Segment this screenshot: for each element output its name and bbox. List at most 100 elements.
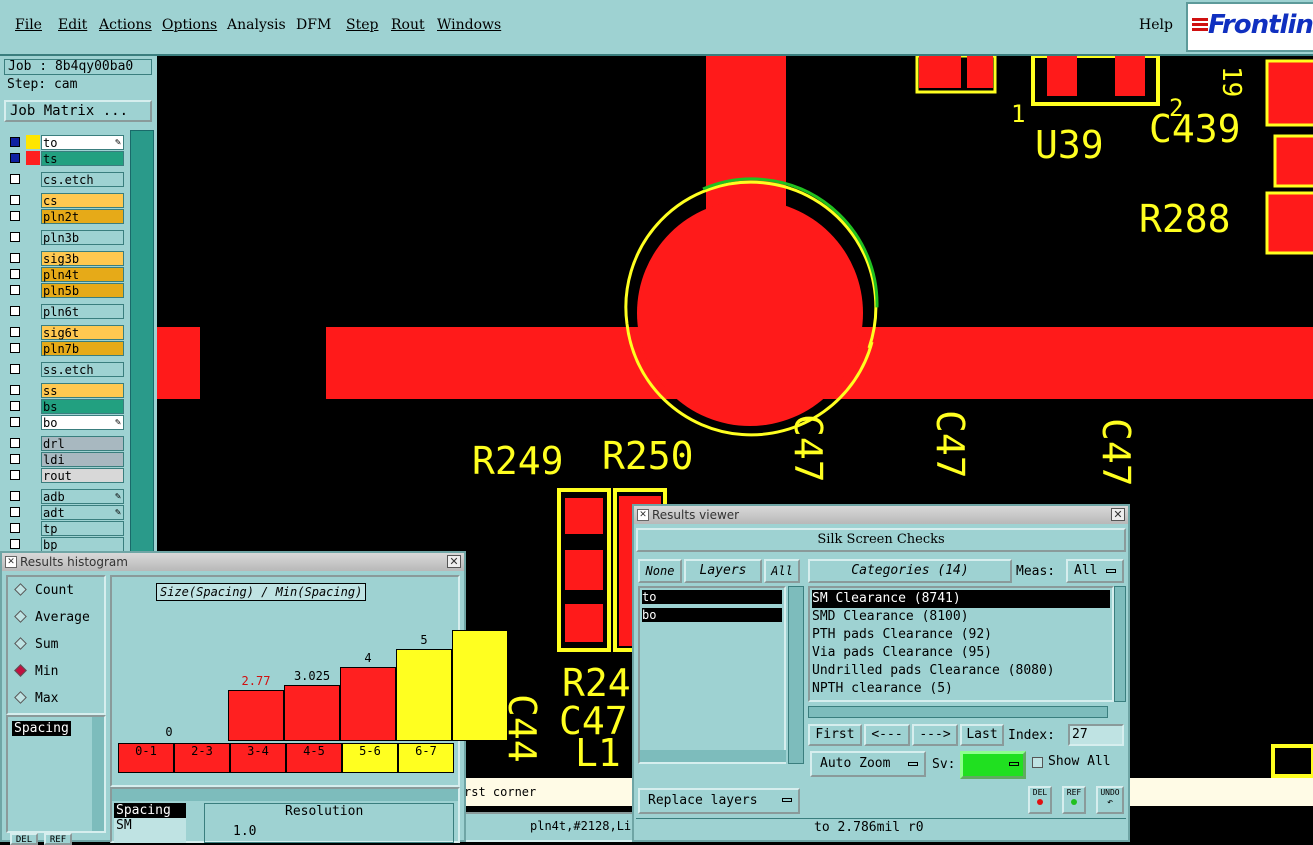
layer-name[interactable]: adt ✎: [41, 505, 124, 520]
category-item[interactable]: SMD Clearance (8100): [812, 608, 1110, 626]
meas-dropdown[interactable]: All: [1066, 559, 1124, 583]
layer-color-swatch[interactable]: [26, 151, 40, 165]
layer-row[interactable]: pln4t: [4, 266, 128, 282]
layer-row[interactable]: sig3b: [4, 250, 128, 266]
first-button[interactable]: First: [808, 724, 862, 746]
layer-checkbox[interactable]: [10, 539, 20, 549]
layer-checkbox[interactable]: [10, 211, 20, 221]
menu-actions[interactable]: Actions: [99, 17, 152, 33]
layer-row[interactable]: sig6t: [4, 324, 128, 340]
layer-checkbox[interactable]: [10, 253, 20, 263]
menu-dfm[interactable]: DFM: [296, 17, 331, 33]
window-menu-icon[interactable]: ✕: [637, 509, 649, 521]
window-menu-icon[interactable]: ✕: [5, 556, 17, 568]
metric-list[interactable]: Spacing: [6, 715, 106, 833]
category-vscroll[interactable]: [1114, 586, 1126, 702]
layer-row[interactable]: ldi: [4, 451, 128, 467]
menu-edit[interactable]: Edit: [58, 17, 87, 33]
layer-checkbox[interactable]: [10, 232, 20, 242]
show-all-checkbox[interactable]: [1032, 757, 1043, 768]
none-button[interactable]: None: [638, 559, 682, 583]
category-item[interactable]: PTH pads Clearance (92): [812, 626, 1110, 644]
layer-name[interactable]: rout: [41, 468, 124, 483]
layer-name[interactable]: pln6t: [41, 304, 124, 319]
histogram-bar[interactable]: [396, 648, 452, 741]
histogram-bar[interactable]: [452, 630, 508, 741]
layer-results-list[interactable]: to bo: [638, 586, 786, 764]
layer-name[interactable]: bo ✎: [41, 415, 124, 430]
layer-list-hscroll[interactable]: [640, 750, 786, 762]
histogram-bar[interactable]: [284, 685, 340, 741]
layer-result-item[interactable]: to: [642, 590, 782, 604]
layer-row[interactable]: bp: [4, 536, 128, 552]
viewer-title-bar[interactable]: ✕ Results viewer ✕: [634, 506, 1128, 524]
undo-button[interactable]: UNDO ↶: [1096, 786, 1124, 814]
layer-name[interactable]: drl: [41, 436, 124, 451]
replace-layers-dropdown[interactable]: Replace layers: [638, 788, 800, 814]
layer-row[interactable]: pln6t: [4, 303, 128, 319]
histogram-bar[interactable]: [340, 667, 396, 741]
layer-name[interactable]: ldi: [41, 452, 124, 467]
layer-name[interactable]: sig3b: [41, 251, 124, 266]
histogram-bar[interactable]: [228, 689, 284, 741]
layer-checkbox[interactable]: [10, 438, 20, 448]
close-icon[interactable]: ✕: [447, 555, 461, 568]
menu-help[interactable]: Help: [1139, 17, 1173, 33]
hist-ref-button[interactable]: REF: [44, 833, 72, 845]
layer-checkbox[interactable]: [10, 470, 20, 480]
layer-checkbox[interactable]: [10, 417, 20, 427]
sv-color-dropdown[interactable]: [960, 751, 1026, 779]
layer-checkbox[interactable]: [10, 327, 20, 337]
layer-list-scrollbar[interactable]: [130, 130, 154, 610]
categories-button[interactable]: Categories (14): [808, 559, 1012, 583]
category-list[interactable]: SM Clearance (8741) SMD Clearance (8100)…: [808, 586, 1114, 702]
layer-row[interactable]: ss: [4, 382, 128, 398]
radio-sum[interactable]: Sum: [14, 637, 58, 652]
ref-button[interactable]: REF: [1062, 786, 1086, 814]
layer-name[interactable]: cs: [41, 193, 124, 208]
category-item[interactable]: Via pads Clearance (95): [812, 644, 1110, 662]
layer-name[interactable]: ss.etch: [41, 362, 124, 377]
layer-name[interactable]: pln4t: [41, 267, 124, 282]
auto-zoom-dropdown[interactable]: Auto Zoom: [810, 751, 926, 777]
histogram-title-bar[interactable]: ✕ Results histogram ✕: [2, 553, 464, 571]
index-input[interactable]: 27: [1068, 724, 1124, 746]
layer-name[interactable]: pln5b: [41, 283, 124, 298]
close-icon[interactable]: ✕: [1111, 508, 1125, 521]
layer-row[interactable]: cs: [4, 192, 128, 208]
del-button[interactable]: DEL: [1028, 786, 1052, 814]
layer-row[interactable]: pln5b: [4, 282, 128, 298]
bin-label[interactable]: 4-5: [286, 743, 342, 773]
radio-average[interactable]: Average: [14, 610, 90, 625]
layer-row[interactable]: adt ✎: [4, 504, 128, 520]
layer-checkbox[interactable]: [10, 174, 20, 184]
layer-checkbox[interactable]: [10, 153, 20, 163]
layer-row[interactable]: bs: [4, 398, 128, 414]
layer-checkbox[interactable]: [10, 195, 20, 205]
layer-name[interactable]: adb ✎: [41, 489, 124, 504]
radio-count[interactable]: Count: [14, 583, 74, 598]
layer-checkbox[interactable]: [10, 269, 20, 279]
layer-name[interactable]: ts: [41, 151, 124, 166]
resolution-item[interactable]: SM: [114, 818, 186, 833]
layer-row[interactable]: pln2t: [4, 208, 128, 224]
category-item[interactable]: Undrilled pads Clearance (8080): [812, 662, 1110, 680]
radio-min[interactable]: Min: [14, 664, 58, 679]
layer-name[interactable]: bp: [41, 537, 124, 552]
bin-label[interactable]: 0-1: [118, 743, 174, 773]
layer-result-item[interactable]: bo: [642, 608, 782, 622]
layer-checkbox[interactable]: [10, 285, 20, 295]
bin-label[interactable]: 5-6: [342, 743, 398, 773]
layer-checkbox[interactable]: [10, 491, 20, 501]
layer-row[interactable]: tp: [4, 520, 128, 536]
layer-row[interactable]: adb ✎: [4, 488, 128, 504]
resolution-item[interactable]: Spacing: [114, 803, 186, 818]
layer-name[interactable]: pln3b: [41, 230, 124, 245]
category-hscroll[interactable]: [808, 706, 1108, 718]
resolution-value[interactable]: 1.0: [233, 824, 256, 839]
layer-checkbox[interactable]: [10, 401, 20, 411]
menu-file[interactable]: File: [15, 17, 42, 33]
layer-row[interactable]: pln3b: [4, 229, 128, 245]
layers-button[interactable]: Layers: [684, 559, 762, 583]
hist-del-button[interactable]: DEL: [10, 833, 38, 845]
